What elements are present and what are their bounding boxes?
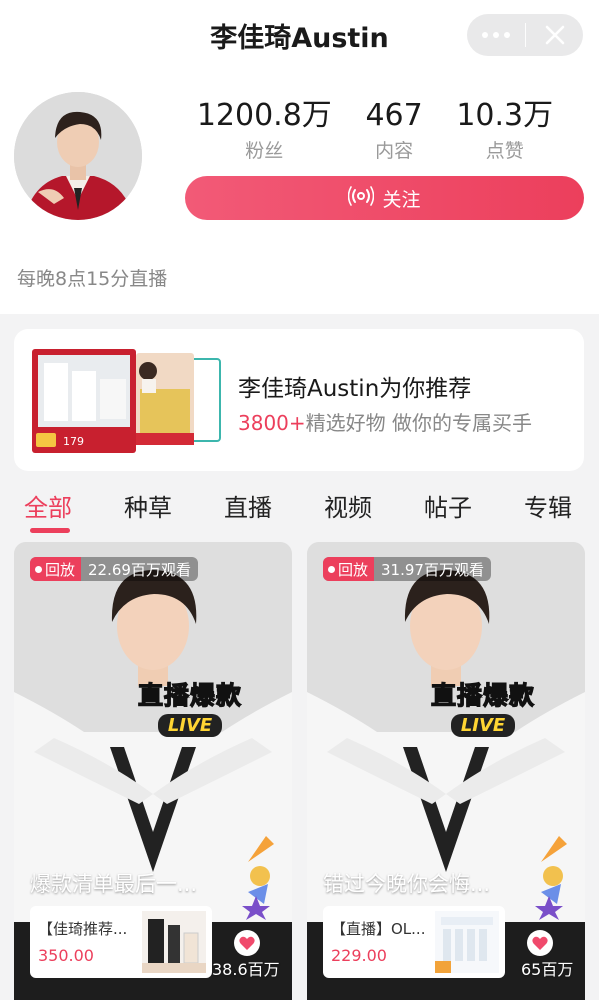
live-logo-tag: LIVE — [157, 714, 223, 737]
sticker-decoration — [242, 836, 274, 920]
live-logo-white: 直播 — [430, 680, 484, 710]
recommend-card[interactable]: 179 李佳琦Austin为你推荐 3800+精选好物 做你的专属买手 — [14, 329, 584, 471]
live-schedule: 每晚8点15分直播 — [17, 268, 168, 290]
live-logo-yellow: 爆款 — [189, 680, 243, 710]
product-name: 【佳琦推荐... — [38, 920, 128, 938]
view-count: 22.69百万观看 — [88, 560, 191, 579]
live-hot-logo: 直播爆款 LIVE — [137, 676, 243, 737]
tab-all[interactable]: 全部 — [24, 488, 72, 523]
follow-button[interactable]: 关注 — [185, 176, 584, 220]
content-label: 内容 — [375, 140, 414, 162]
tab-albums[interactable]: 专辑 — [524, 488, 572, 523]
capsule-divider — [525, 23, 526, 47]
live-replay-card[interactable]: 回放 31.97百万观看 直播爆款 LIVE 错过今晚你会悔... 【直播】OL… — [307, 542, 585, 1000]
replay-badge: 回放 22.69百万观看 — [30, 557, 198, 581]
avatar[interactable] — [14, 92, 142, 220]
live-replay-card[interactable]: 回放 22.69百万观看 直播爆款 LIVE 爆款清单最后一... 【佳琦推荐.… — [14, 542, 292, 1000]
content-stat[interactable]: 467 内容 — [365, 98, 422, 163]
product-chip[interactable]: 【佳琦推荐... 350.00 — [30, 906, 212, 978]
product-image — [142, 911, 206, 973]
heart-icon[interactable] — [234, 930, 260, 956]
live-logo-yellow: 爆款 — [482, 680, 536, 710]
heart-icon[interactable] — [527, 930, 553, 956]
recommend-subtitle: 精选好物 做你的专属买手 — [305, 411, 533, 435]
followers-count: 1200.8万 — [196, 98, 332, 133]
live-signal-icon — [348, 185, 375, 211]
mini-program-capsule — [467, 14, 583, 56]
product-price: 229.00 — [331, 946, 387, 965]
like-count: 38.6百万 — [212, 960, 280, 979]
live-logo-white: 直播 — [137, 680, 191, 710]
sticker-decoration — [535, 836, 567, 920]
more-icon[interactable] — [467, 14, 525, 56]
replay-badge: 回放 31.97百万观看 — [323, 557, 491, 581]
tab-live[interactable]: 直播 — [224, 488, 272, 523]
recommend-count: 3800+ — [238, 411, 306, 435]
likes-stat[interactable]: 10.3万 点赞 — [456, 98, 553, 163]
like-count: 65百万 — [521, 960, 574, 979]
live-hot-logo: 直播爆款 LIVE — [430, 676, 536, 737]
replay-label: 回放 — [45, 560, 76, 579]
likes-count: 10.3万 — [456, 98, 554, 133]
card-caption: 爆款清单最后一... — [30, 872, 198, 896]
replay-label: 回放 — [338, 560, 369, 579]
close-icon[interactable] — [526, 14, 583, 56]
product-price: 350.00 — [38, 946, 94, 965]
likes-label: 点赞 — [485, 140, 524, 162]
product-image — [435, 911, 499, 973]
recommend-subtitle-row: 3800+精选好物 做你的专属买手 — [238, 407, 532, 436]
profile-header: 李佳琦Austin 1200.8万 粉丝 467 内容 10.3万 点赞 关注 … — [0, 0, 599, 314]
followers-label: 粉丝 — [245, 140, 284, 162]
followers-stat[interactable]: 1200.8万 粉丝 — [197, 98, 332, 163]
recommend-thumbnail: 179 — [32, 349, 222, 453]
card-caption: 错过今晚你会悔... — [323, 872, 491, 896]
tab-grass[interactable]: 种草 — [124, 488, 172, 523]
recommend-title: 李佳琦Austin为你推荐 — [238, 376, 472, 402]
thumb-price: 179 — [63, 435, 84, 448]
live-logo-tag: LIVE — [450, 714, 516, 737]
product-chip[interactable]: 【直播】OL... 229.00 — [323, 906, 505, 978]
content-tabs: 全部 种草 直播 视频 帖子 专辑 — [0, 488, 599, 534]
active-tab-indicator — [30, 528, 70, 533]
profile-page: 李佳琦Austin 1200.8万 粉丝 467 内容 10.3万 点赞 关注 … — [0, 0, 599, 1000]
tab-posts[interactable]: 帖子 — [424, 488, 472, 523]
follow-label: 关注 — [382, 188, 421, 211]
content-count: 467 — [365, 98, 423, 133]
view-count: 31.97百万观看 — [381, 560, 484, 579]
tab-video[interactable]: 视频 — [324, 488, 372, 523]
product-name: 【直播】OL... — [331, 920, 426, 938]
profile-stats: 1200.8万 粉丝 467 内容 10.3万 点赞 — [180, 98, 570, 163]
